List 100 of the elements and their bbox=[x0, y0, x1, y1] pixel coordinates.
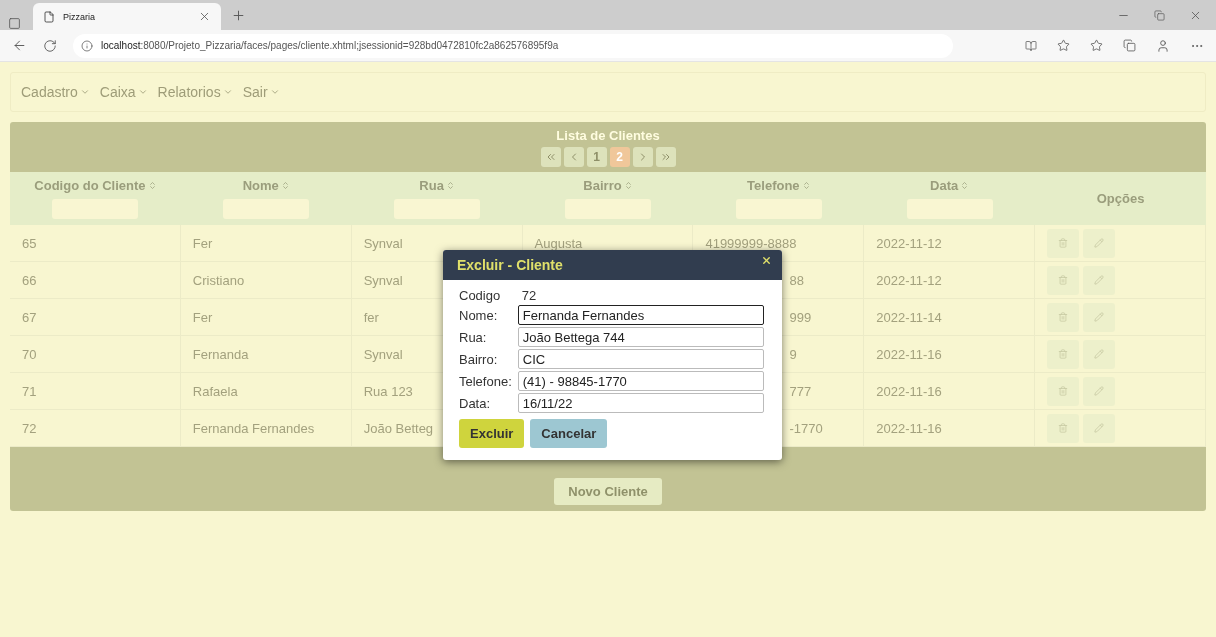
sort-icon bbox=[445, 181, 455, 190]
trash-icon bbox=[1058, 386, 1069, 396]
profile-icon[interactable] bbox=[1156, 38, 1170, 53]
delete-button[interactable] bbox=[1047, 376, 1080, 406]
next-page-button[interactable] bbox=[632, 146, 653, 167]
delete-button[interactable] bbox=[1047, 339, 1080, 369]
delete-button[interactable] bbox=[1047, 302, 1080, 332]
back-icon[interactable] bbox=[12, 38, 27, 53]
edit-button[interactable] bbox=[1083, 228, 1116, 258]
table-cell: 777 bbox=[789, 383, 812, 399]
table-cell: 2022-11-12 bbox=[876, 235, 942, 251]
caret-icon bbox=[222, 87, 233, 97]
input-field[interactable]: Fernanda Fernandes bbox=[517, 305, 764, 325]
new-tab-icon[interactable] bbox=[231, 7, 246, 23]
star-icon[interactable] bbox=[1057, 39, 1070, 52]
edit-button[interactable] bbox=[1083, 339, 1116, 369]
url-text: localhost:8080/Projeto_Pizzaria/faces/pages/cliente.xhtml;jsessionid=928bd0472810fc2a862576895f9a bbox=[101, 40, 559, 51]
delete-button[interactable]: Excluir bbox=[459, 419, 525, 448]
pencil-icon bbox=[1094, 349, 1105, 359]
input-field[interactable]: (41) - 98845-1770 bbox=[517, 371, 764, 391]
read-aloud-icon[interactable] bbox=[1025, 39, 1037, 52]
info-icon bbox=[81, 39, 93, 52]
table-cell: 2022-11-14 bbox=[876, 309, 942, 325]
pencil-icon bbox=[1094, 423, 1105, 433]
column-title[interactable]: Nome bbox=[242, 178, 290, 193]
table-cell: Rua 123 bbox=[363, 383, 413, 399]
field-label: Bairro: bbox=[459, 351, 499, 367]
page-icon bbox=[43, 10, 55, 23]
delete-button[interactable] bbox=[1047, 413, 1080, 443]
column-title[interactable]: Data bbox=[930, 178, 970, 193]
menu-item[interactable]: Sair bbox=[242, 84, 280, 100]
table-cell: 71 bbox=[22, 383, 37, 399]
close-icon[interactable] bbox=[761, 255, 772, 266]
address-field[interactable]: localhost:8080/Projeto_Pizzaria/faces/pages/cliente.xhtml;jsessionid=928bd0472810fc2a862576895f9a bbox=[73, 33, 953, 58]
previous-page-button[interactable] bbox=[563, 146, 584, 167]
edit-button[interactable] bbox=[1083, 302, 1116, 332]
first-page-button[interactable] bbox=[540, 146, 561, 167]
menu-item[interactable]: Relatorios bbox=[157, 84, 233, 100]
field-label: Nome: bbox=[459, 307, 499, 323]
edit-button[interactable] bbox=[1083, 376, 1116, 406]
table-cell: fer bbox=[363, 309, 379, 325]
caret-icon bbox=[79, 87, 90, 97]
trash-icon bbox=[1058, 238, 1069, 248]
tab-actions-icon[interactable] bbox=[8, 17, 21, 30]
table-cell: -1770 bbox=[789, 420, 823, 436]
field-label: Data: bbox=[459, 395, 492, 411]
tab-title: Pizzaria bbox=[63, 11, 96, 22]
table-cell: 70 bbox=[22, 346, 37, 362]
table-cell: Synval bbox=[363, 272, 403, 288]
table-cell: 67 bbox=[22, 309, 37, 325]
table-cell: 88 bbox=[789, 272, 804, 288]
column-title[interactable]: Codigo do Cliente bbox=[34, 178, 157, 193]
sort-icon bbox=[960, 181, 970, 190]
table-cell: Fer bbox=[192, 235, 213, 251]
table-cell: Fer bbox=[192, 309, 213, 325]
column-title[interactable]: Telefone bbox=[747, 178, 811, 193]
delete-button[interactable] bbox=[1047, 228, 1080, 258]
column-title[interactable]: Bairro bbox=[583, 178, 633, 193]
table-cell: 66 bbox=[22, 272, 37, 288]
pencil-icon bbox=[1094, 386, 1105, 396]
browser-tab[interactable]: Pizzaria bbox=[33, 3, 221, 30]
field-label: Codigo bbox=[459, 288, 502, 303]
dialog-title: Excluir - Cliente bbox=[457, 257, 563, 273]
page-button[interactable]: 2 bbox=[609, 146, 630, 167]
new-client-button[interactable]: Novo Cliente bbox=[554, 477, 662, 505]
field-label: Rua: bbox=[459, 329, 488, 345]
table-cell: 72 bbox=[22, 420, 37, 436]
column-title[interactable]: Rua bbox=[419, 178, 455, 193]
last-page-button[interactable] bbox=[655, 146, 676, 167]
input-field[interactable]: 16/11/22 bbox=[517, 393, 764, 413]
sort-icon bbox=[280, 181, 290, 190]
edit-button[interactable] bbox=[1083, 265, 1116, 295]
input-field[interactable]: CIC bbox=[517, 349, 764, 369]
sort-icon bbox=[801, 181, 811, 190]
delete-button[interactable] bbox=[1047, 265, 1080, 295]
table-cell: Fernanda bbox=[192, 346, 249, 362]
column-title: Opções bbox=[1096, 191, 1145, 206]
page-button[interactable]: 1 bbox=[586, 146, 607, 167]
cancel-button[interactable]: Cancelar bbox=[530, 419, 608, 448]
pencil-icon bbox=[1094, 312, 1105, 322]
table-cell: 2022-11-16 bbox=[876, 346, 942, 362]
pencil-icon bbox=[1094, 275, 1105, 285]
table-cell: 2022-11-12 bbox=[876, 272, 942, 288]
trash-icon bbox=[1058, 275, 1069, 285]
close-tab-icon[interactable] bbox=[198, 10, 211, 23]
table-cell: Fernanda Fernandes bbox=[192, 420, 315, 436]
trash-icon bbox=[1058, 312, 1069, 322]
restore-icon[interactable] bbox=[1154, 8, 1165, 22]
trash-icon bbox=[1058, 423, 1069, 433]
refresh-icon[interactable] bbox=[43, 38, 57, 53]
menu-item[interactable]: Caixa bbox=[99, 84, 148, 100]
menu-item[interactable]: Cadastro bbox=[21, 84, 90, 100]
favorites-icon[interactable] bbox=[1090, 39, 1103, 52]
table-cell: 65 bbox=[22, 235, 37, 251]
collections-icon[interactable] bbox=[1123, 39, 1136, 52]
table-cell: Cristiano bbox=[192, 272, 245, 288]
sort-icon bbox=[147, 181, 157, 190]
edit-button[interactable] bbox=[1083, 413, 1116, 443]
input-field[interactable]: João Bettega 744 bbox=[517, 327, 764, 347]
field-label: Telefone: bbox=[459, 373, 513, 389]
